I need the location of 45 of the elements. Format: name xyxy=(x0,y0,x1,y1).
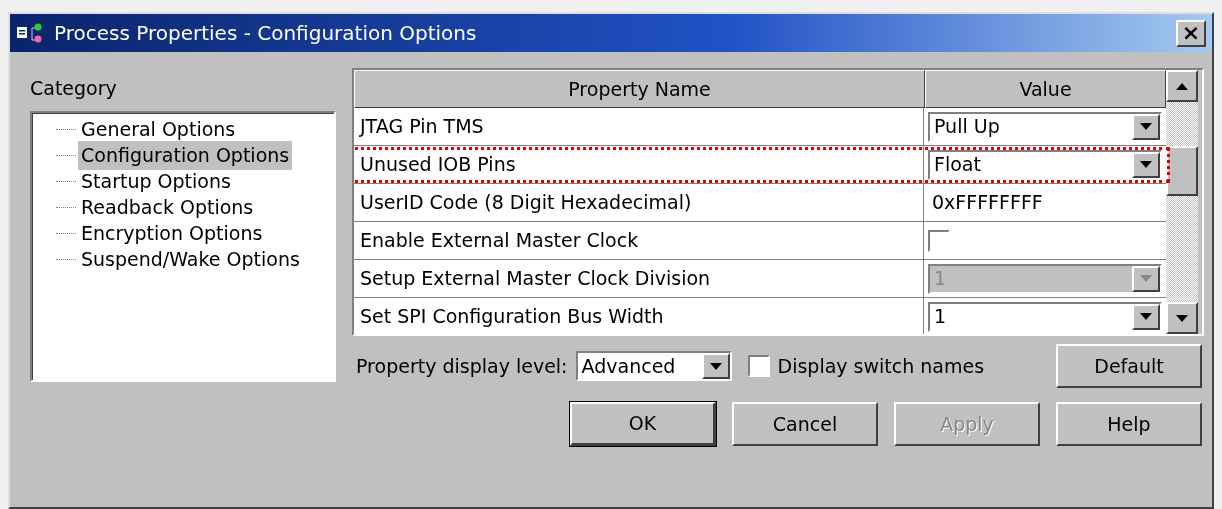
window-title: Process Properties - Configuration Options xyxy=(54,20,478,47)
table-row[interactable]: JTAG Pin TMS Pull Up xyxy=(354,108,1166,146)
cancel-button[interactable]: Cancel xyxy=(732,402,878,446)
column-header[interactable]: Value xyxy=(925,70,1166,108)
value-dropdown[interactable]: Pull Up xyxy=(928,111,1162,142)
value-text[interactable]: 0xFFFFFFFF xyxy=(928,188,1043,217)
category-tree[interactable]: General Options Configuration Options Startup Options Readback Options Encryption Options Suspend/Wake Options xyxy=(30,110,336,382)
checkbox[interactable] xyxy=(747,355,770,377)
switch-names-label: Display switch names xyxy=(777,353,985,379)
scroll-up-button[interactable] xyxy=(1166,70,1198,102)
scrollbar[interactable] xyxy=(1166,70,1198,334)
down-arrow-icon xyxy=(1140,275,1152,282)
scroll-thumb[interactable] xyxy=(1166,146,1198,196)
table-row[interactable]: Set SPI Configuration Bus Width 1 xyxy=(354,298,1166,334)
tree-item[interactable]: Startup Options xyxy=(78,167,234,196)
scroll-down-button[interactable] xyxy=(1166,302,1198,334)
tree-item[interactable]: Suspend/Wake Options xyxy=(78,245,303,274)
ok-button[interactable]: OK xyxy=(570,402,716,446)
value-dropdown[interactable]: Float xyxy=(928,149,1162,180)
column-header[interactable]: Property Name xyxy=(354,70,925,108)
help-button[interactable]: Help xyxy=(1056,402,1202,446)
up-arrow-icon xyxy=(1176,82,1188,90)
property-name: Setup External Master Clock Division xyxy=(354,260,924,297)
category-label: Category xyxy=(30,76,118,101)
value-dropdown[interactable]: 1 xyxy=(928,301,1162,332)
tree-item[interactable]: Configuration Options xyxy=(78,141,293,170)
property-name: Enable External Master Clock xyxy=(354,222,924,259)
close-button[interactable]: × xyxy=(1176,19,1206,47)
down-arrow-icon xyxy=(1140,123,1152,130)
table-row[interactable]: Enable External Master Clock xyxy=(354,222,1166,260)
down-arrow-icon xyxy=(1140,313,1152,320)
property-name: Unused IOB Pins xyxy=(354,146,924,183)
default-button[interactable]: Default xyxy=(1056,344,1202,388)
display-level-dropdown[interactable]: Advanced xyxy=(575,351,732,381)
property-name: UserID Code (8 Digit Hexadecimal) xyxy=(354,184,924,221)
tree-item[interactable]: Readback Options xyxy=(78,193,257,222)
tree-item[interactable]: Encryption Options xyxy=(78,219,266,248)
down-arrow-icon xyxy=(1176,314,1188,322)
table-row[interactable]: UserID Code (8 Digit Hexadecimal) 0xFFFFFFFF xyxy=(354,184,1166,222)
property-name: Set SPI Configuration Bus Width xyxy=(354,298,924,334)
property-name: JTAG Pin TMS xyxy=(354,108,924,145)
tree-item[interactable]: General Options xyxy=(78,115,239,144)
down-arrow-icon xyxy=(1140,161,1152,168)
display-level-label: Property display level: xyxy=(356,353,568,379)
down-arrow-icon xyxy=(709,362,722,370)
